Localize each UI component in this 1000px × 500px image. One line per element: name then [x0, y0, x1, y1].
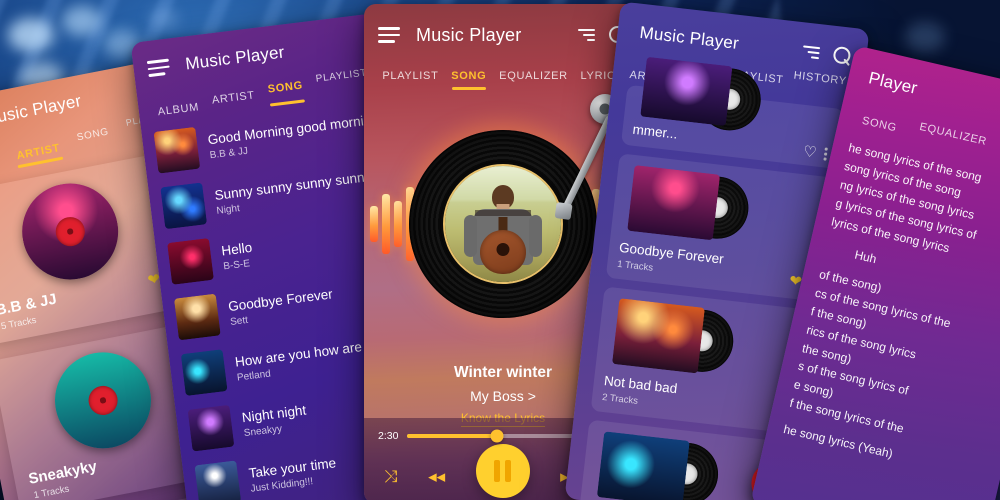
record-center-icon	[86, 383, 120, 418]
song-thumbnail	[160, 182, 208, 230]
current-time-label: 2:30	[378, 430, 399, 442]
song-text: How are you how are Petland	[234, 339, 364, 383]
song-thumbnail	[180, 349, 228, 396]
song-text: Goodbye Forever Sett	[227, 286, 335, 328]
seek-thumb[interactable]	[490, 429, 504, 443]
song-thumbnail	[187, 404, 235, 452]
tab-song[interactable]: SONG	[445, 70, 493, 90]
previous-button[interactable]: ◂◂	[428, 468, 445, 485]
album-thumbnail	[612, 298, 705, 374]
song-thumbnail	[194, 460, 242, 500]
song-title: Hello	[220, 239, 253, 259]
bokeh-light	[905, 22, 945, 52]
hamburger-icon[interactable]	[378, 27, 400, 43]
seek-progress-fill	[407, 434, 498, 438]
tab-playlist[interactable]: PLAYLIST	[376, 70, 445, 90]
player-topbar: Music Player	[364, 4, 642, 56]
hamburger-icon[interactable]	[146, 58, 171, 77]
tab-album[interactable]: ALBUM	[150, 100, 206, 121]
song-artist: B-S-E	[222, 257, 251, 272]
song-text: Hello B-S-E	[221, 239, 255, 272]
vinyl-record[interactable]	[409, 130, 597, 318]
bokeh-light	[150, 8, 178, 30]
tab-song[interactable]: SONG	[67, 125, 122, 158]
song-text: Sunny sunny sunny sunny Night	[214, 168, 374, 216]
song-text: Good Morning good morning B.B & JJ	[207, 111, 381, 161]
album-art-guitar-soundhole	[496, 242, 510, 256]
page-title: Music Player	[416, 24, 522, 45]
play-pause-button[interactable]	[475, 444, 530, 498]
song-thumbnail	[173, 293, 221, 341]
tab-artist[interactable]: ARTIST	[7, 140, 72, 170]
bokeh-light	[62, 6, 102, 36]
album-thumbnail	[640, 56, 733, 127]
turntable-tonearm-head	[554, 202, 573, 221]
bokeh-light	[8, 18, 54, 52]
tab-equalizer[interactable]: EQUALIZER	[493, 70, 574, 90]
album-art	[443, 164, 563, 284]
shuffle-button[interactable]: ⤨	[384, 468, 398, 485]
album-art-arm-right	[529, 214, 543, 257]
albums-topbar-icons	[802, 42, 854, 67]
search-icon[interactable]	[832, 45, 853, 66]
tab-song[interactable]: SONG	[260, 79, 311, 108]
record-center-icon	[53, 214, 88, 249]
song-thumbnail	[153, 126, 201, 174]
favorite-heart-icon[interactable]: ♡	[802, 143, 817, 161]
album-actions: ♡	[802, 143, 828, 162]
artist-avatar	[46, 344, 160, 457]
album-art-arm-left	[463, 214, 477, 257]
seek-slider[interactable]	[407, 429, 599, 443]
page-title: Music Player	[184, 42, 286, 74]
song-text: Night night Sneakyy	[241, 402, 309, 439]
album-art-guitar-strap	[475, 210, 531, 217]
sort-icon[interactable]	[802, 45, 821, 60]
player-tabs[interactable]: PLAYLIST SONG EQUALIZER LYRICS	[364, 56, 642, 90]
artist-avatar	[13, 175, 127, 288]
album-thumbnail	[627, 165, 721, 241]
song-thumbnail	[167, 238, 214, 285]
tab-artist[interactable]: ARTIST	[204, 89, 263, 115]
album-thumbnail	[596, 431, 690, 500]
song-text: Take your time Just Kidding!!!	[248, 455, 339, 494]
sort-icon[interactable]	[578, 28, 595, 42]
artist-name: B.B & JJ	[0, 290, 59, 319]
